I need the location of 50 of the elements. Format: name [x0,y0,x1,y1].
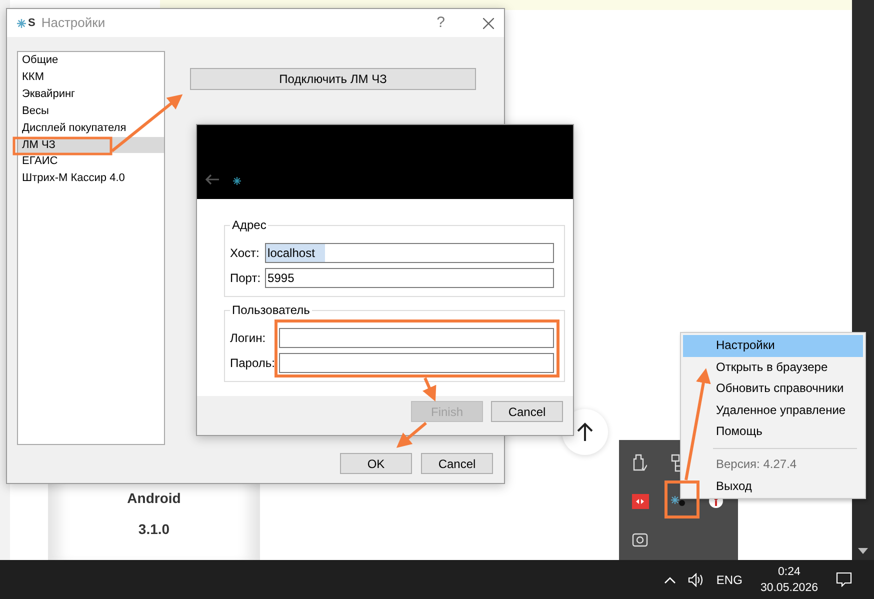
input-field[interactable] [278,353,554,373]
input-field[interactable]: localhost [264,243,554,263]
notification-icon[interactable] [836,572,852,587]
category-item[interactable]: Эквайринг [18,86,164,103]
input-field[interactable]: 5995 [264,268,554,288]
snowflake-icon [17,18,26,28]
field-label: Хост: [230,245,260,262]
annotation-arrow [422,377,436,402]
wizard-button[interactable]: Cancel [491,401,563,422]
dialog-button[interactable]: OK [340,453,412,474]
logo-letter: S [28,16,36,31]
annotation-arrow [396,422,427,448]
category-item[interactable]: Весы [18,102,164,120]
dialog-button[interactable]: Cancel [421,453,493,474]
usb-drive-icon[interactable] [633,454,647,472]
menu-item[interactable]: Обновить справочники [683,378,863,400]
platform-title: Android [127,489,181,508]
input-field[interactable] [278,328,554,348]
chevron-up-icon[interactable] [664,576,676,584]
window-title: Настройки [41,14,106,32]
camera-icon[interactable] [632,532,648,546]
menu-item[interactable]: Удаленное управление [683,400,863,422]
group-title: Адрес [230,218,268,233]
up-arrow-icon [577,422,593,442]
clock[interactable]: 0:24 30.05.2026 [760,564,818,596]
field-label: Пароль: [230,355,275,372]
menu-item[interactable]: Помощь [683,421,863,443]
menu-item[interactable]: Открыть в браузере [683,356,863,378]
app-icon[interactable] [632,494,648,508]
field-label: Логин: [230,330,267,347]
close-icon[interactable] [483,18,494,28]
speaker-icon[interactable] [688,572,704,586]
language-indicator[interactable]: ENG [716,570,742,588]
category-item[interactable]: ЕГАИС [18,153,164,170]
annotation-box [664,480,700,518]
back-arrow-icon[interactable] [205,174,219,185]
scroll-down-icon[interactable] [858,548,868,554]
snowflake-app-icon[interactable] [671,495,685,507]
menu-item[interactable]: Настройки [683,335,863,357]
help-button[interactable]: ? [436,12,445,34]
snowflake-icon [233,177,241,185]
version-text: 3.1.0 [138,520,170,539]
category-item[interactable]: ККМ [18,68,164,86]
connect-button[interactable]: Подключить ЛМ ЧЗ [190,68,476,90]
category-item[interactable]: Дисплей покупателя [18,120,164,137]
field-label: Порт: [230,270,261,287]
menu-item[interactable]: Выход [683,476,863,498]
category-item[interactable]: Штрих-М Кассир 4.0 [18,170,164,188]
category-item[interactable]: Общие [18,52,164,69]
version-text: Версия: 4.27.4 [715,456,798,473]
